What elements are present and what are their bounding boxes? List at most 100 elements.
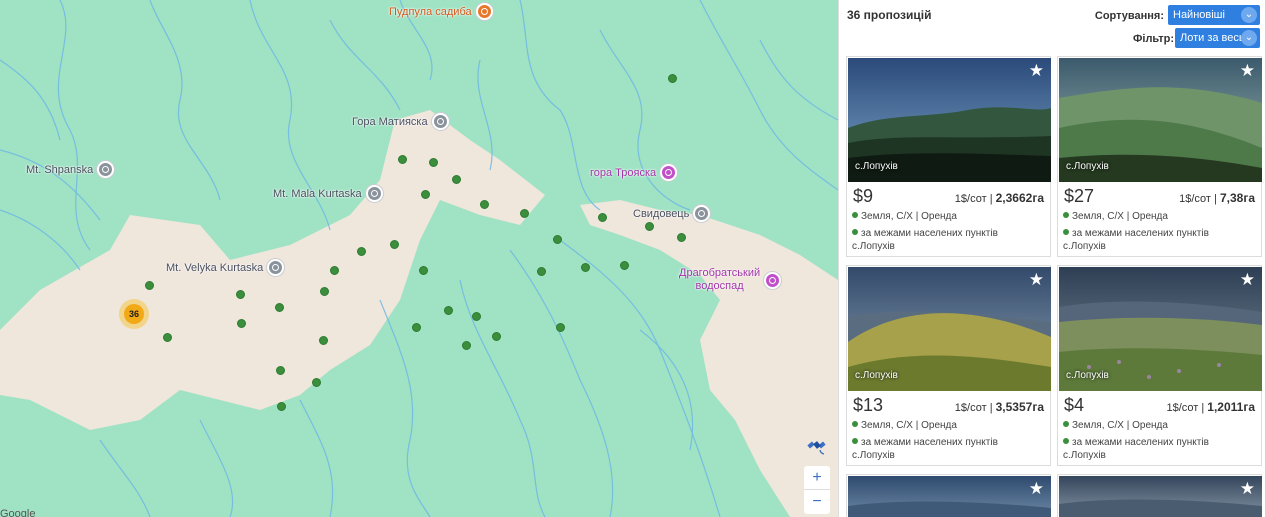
- property-marker[interactable]: [581, 263, 590, 272]
- property-marker[interactable]: [556, 323, 565, 332]
- property-marker[interactable]: [677, 233, 686, 242]
- listing-village-text: с.Лопухів: [1063, 241, 1106, 252]
- camera-icon: [660, 164, 678, 181]
- listing-photo: [1059, 476, 1262, 517]
- property-marker[interactable]: [419, 266, 428, 275]
- poi-matyaska[interactable]: Гора Матияска: [352, 113, 449, 130]
- listing-village: с.Лопухів: [855, 161, 898, 172]
- property-marker[interactable]: [276, 366, 285, 375]
- listing-village: с.Лопухів: [1066, 370, 1109, 381]
- property-marker[interactable]: [480, 200, 489, 209]
- property-marker[interactable]: [598, 213, 607, 222]
- listings-panel: 36 пропозицій Сортування: Найновіші ⌄ Фі…: [838, 0, 1265, 517]
- favorite-star-icon[interactable]: ★: [1240, 271, 1255, 288]
- satellite-icon[interactable]: [805, 433, 829, 457]
- property-marker[interactable]: [553, 235, 562, 244]
- favorite-star-icon[interactable]: ★: [1029, 480, 1044, 497]
- listing-type: Земля, С/Х | Оренда: [1063, 420, 1168, 431]
- map-attribution: Google: [0, 508, 36, 517]
- property-marker[interactable]: [452, 175, 461, 184]
- favorite-star-icon[interactable]: ★: [1029, 271, 1044, 288]
- listing-village-text: с.Лопухів: [1063, 450, 1106, 461]
- poi-velyka-kurtaska[interactable]: Mt. Velyka Kurtaska: [166, 259, 285, 276]
- listing-price: $27: [1064, 186, 1095, 206]
- property-marker[interactable]: [537, 267, 546, 276]
- listing-card[interactable]: ★ с.Лопухів $4 1$/сот | 1,2011га Земля, …: [1057, 265, 1262, 466]
- property-marker[interactable]: [492, 332, 501, 341]
- zoom-out-button[interactable]: −: [804, 490, 830, 514]
- listing-village: с.Лопухів: [1066, 161, 1109, 172]
- listing-photo: [848, 476, 1051, 517]
- property-marker[interactable]: [398, 155, 407, 164]
- status-dot-icon: [852, 421, 858, 427]
- property-marker[interactable]: [620, 261, 629, 270]
- property-marker[interactable]: [462, 341, 471, 350]
- favorite-star-icon[interactable]: ★: [1240, 62, 1255, 79]
- status-dot-icon: [1063, 229, 1069, 235]
- poi-shpanska[interactable]: Mt. Shpanska: [26, 161, 115, 178]
- listing-price-per-sot: 1$/сот | 7,38га: [1179, 191, 1255, 205]
- listing-type: Земля, С/Х | Оренда: [1063, 211, 1168, 222]
- marker-cluster[interactable]: 36: [119, 299, 149, 329]
- poi-vodospad-label-2: водоспад: [695, 280, 744, 292]
- filter-select[interactable]: Лоти за весь час ⌄: [1175, 28, 1260, 64]
- property-marker[interactable]: [277, 402, 286, 411]
- restaurant-icon: [475, 3, 493, 20]
- listing-card-partial[interactable]: ★: [1057, 474, 1262, 517]
- listing-price: $4: [1064, 395, 1085, 415]
- poi-matyaska-label: Гора Матияска: [352, 115, 428, 128]
- property-marker[interactable]: [390, 240, 399, 249]
- property-marker[interactable]: [319, 336, 328, 345]
- listing-location: за межами населених пунктів: [1063, 228, 1209, 239]
- listing-village-text: с.Лопухів: [852, 450, 895, 461]
- property-marker[interactable]: [236, 290, 245, 299]
- listing-card-partial[interactable]: ★: [846, 474, 1051, 517]
- property-marker[interactable]: [320, 287, 329, 296]
- property-marker[interactable]: [145, 281, 154, 290]
- map-area[interactable]: Пудпула садиба Гора Матияска Mt. Shpansk…: [0, 0, 838, 517]
- property-marker[interactable]: [163, 333, 172, 342]
- poi-vodospad-label-1: Драгобратський: [679, 267, 761, 279]
- poi-velyka-kurtaska-label: Mt. Velyka Kurtaska: [166, 261, 264, 274]
- peak-icon: [431, 113, 449, 130]
- property-marker[interactable]: [330, 266, 339, 275]
- poi-mala-kurtaska[interactable]: Mt. Mala Kurtaska: [273, 185, 383, 202]
- property-marker[interactable]: [520, 209, 529, 218]
- poi-svydovets[interactable]: Свидовець: [633, 205, 711, 222]
- property-marker[interactable]: [444, 306, 453, 315]
- chevron-down-icon: ⌄: [1241, 7, 1257, 23]
- poi-pudpula[interactable]: Пудпула садиба: [389, 3, 493, 20]
- listing-card[interactable]: ★ с.Лопухів $27 1$/сот | 7,38га Земля, С…: [1057, 56, 1262, 257]
- poi-mala-kurtaska-label: Mt. Mala Kurtaska: [273, 187, 362, 200]
- listing-card[interactable]: ★ с.Лопухів $9 1$/сот | 2,3662га Земля, …: [846, 56, 1051, 257]
- property-marker[interactable]: [668, 74, 677, 83]
- property-marker[interactable]: [357, 247, 366, 256]
- listing-location: за межами населених пунктів: [852, 437, 998, 448]
- poi-troyaska[interactable]: гора Трояска: [590, 164, 678, 181]
- listing-village: с.Лопухів: [855, 370, 898, 381]
- peak-icon: [97, 161, 115, 178]
- listing-type: Земля, С/Х | Оренда: [852, 211, 957, 222]
- listing-card[interactable]: ★ с.Лопухів $13 1$/сот | 3,5357га Земля,…: [846, 265, 1051, 466]
- property-marker[interactable]: [421, 190, 430, 199]
- peak-icon: [365, 185, 383, 202]
- property-marker[interactable]: [237, 319, 246, 328]
- property-marker[interactable]: [275, 303, 284, 312]
- property-marker[interactable]: [472, 312, 481, 321]
- favorite-star-icon[interactable]: ★: [1029, 62, 1044, 79]
- listing-location: за межами населених пунктів: [1063, 437, 1209, 448]
- camera-icon: [764, 271, 782, 289]
- filter-label: Фільтр:: [1133, 33, 1174, 45]
- property-marker[interactable]: [429, 158, 438, 167]
- listing-price-per-sot: 1$/сот | 2,3662га: [954, 191, 1044, 205]
- property-marker[interactable]: [312, 378, 321, 387]
- map-terrain: [0, 0, 838, 517]
- poi-vodospad[interactable]: Драгобратський водоспад: [679, 267, 782, 293]
- listing-price-per-sot: 1$/сот | 3,5357га: [954, 400, 1044, 414]
- zoom-in-button[interactable]: +: [804, 466, 830, 490]
- favorite-star-icon[interactable]: ★: [1240, 480, 1255, 497]
- property-marker[interactable]: [645, 222, 654, 231]
- status-dot-icon: [852, 438, 858, 444]
- property-marker[interactable]: [412, 323, 421, 332]
- sort-select[interactable]: Найновіші ⌄: [1168, 5, 1260, 25]
